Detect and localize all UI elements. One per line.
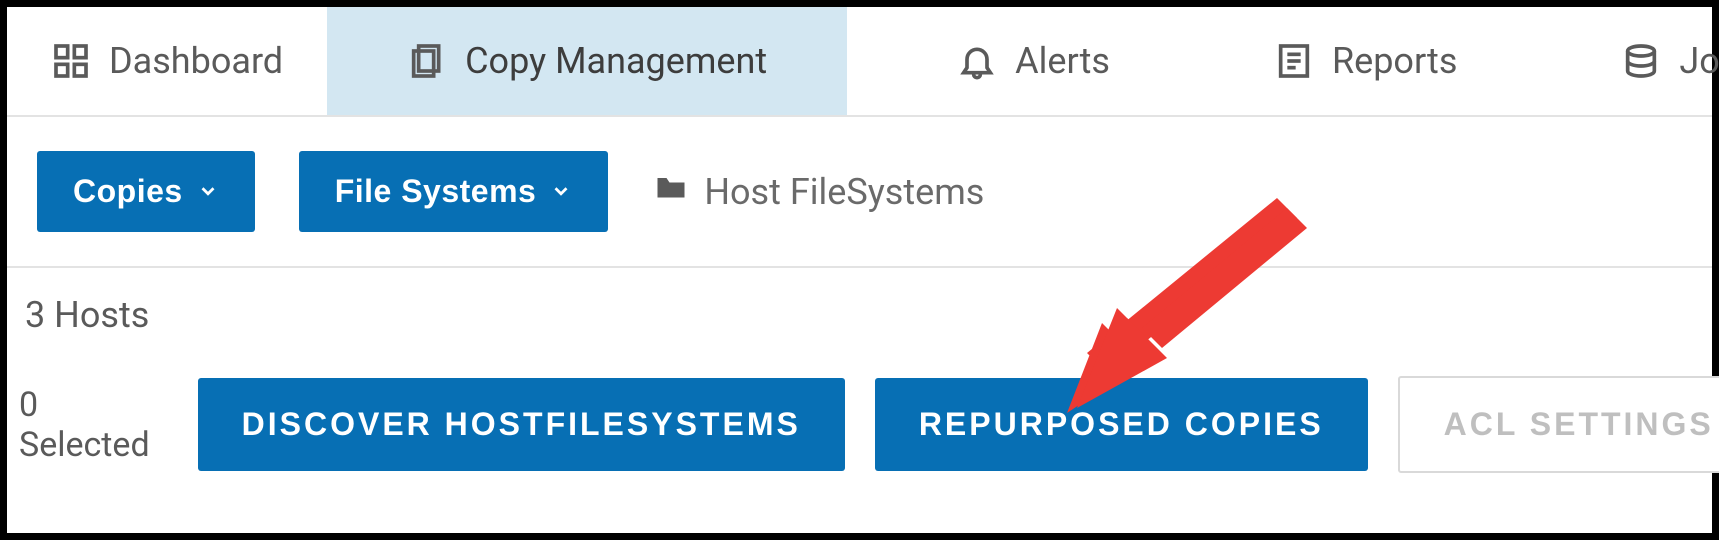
dropdown-label: Copies [73, 173, 183, 210]
jobs-icon [1621, 41, 1661, 81]
tab-reports[interactable]: Reports [1154, 7, 1501, 115]
tab-alerts[interactable]: Alerts [847, 7, 1154, 115]
tab-label: Alerts [1015, 40, 1110, 82]
reports-icon [1274, 41, 1314, 81]
folder-icon [652, 169, 690, 214]
breadcrumb-label: Host FileSystems [704, 171, 984, 213]
dashboard-icon [51, 41, 91, 81]
content-area: 3 Hosts 0 Selected DISCOVER HOSTFILESYST… [7, 268, 1712, 483]
tab-dashboard[interactable]: Dashboard [7, 7, 327, 115]
tab-label: Jobs [1679, 40, 1719, 82]
tab-copy-management[interactable]: Copy Management [327, 7, 847, 115]
action-row: 0 Selected DISCOVER HOSTFILESYSTEMS REPU… [19, 376, 1682, 473]
tab-label: Copy Management [465, 40, 767, 82]
selected-count: 0 Selected [19, 385, 150, 465]
acl-settings-button: ACL SETTINGS [1398, 376, 1719, 473]
breadcrumb: Host FileSystems [652, 169, 984, 214]
chevron-down-icon [550, 173, 572, 210]
bell-icon [957, 41, 997, 81]
copies-dropdown[interactable]: Copies [37, 151, 255, 232]
main-tabs: Dashboard Copy Management Alerts Reports… [7, 7, 1712, 117]
tab-label: Dashboard [109, 40, 283, 82]
copy-icon [407, 41, 447, 81]
dropdown-label: File Systems [335, 173, 537, 210]
discover-hostfilesystems-button[interactable]: DISCOVER HOSTFILESYSTEMS [198, 378, 845, 471]
chevron-down-icon [197, 173, 219, 210]
filesystems-dropdown[interactable]: File Systems [299, 151, 609, 232]
sub-toolbar: Copies File Systems Host FileSystems [7, 117, 1712, 268]
host-count: 3 Hosts [25, 294, 1682, 336]
repurposed-copies-button[interactable]: REPURPOSED COPIES [875, 378, 1368, 471]
tab-jobs[interactable]: Jobs [1501, 7, 1719, 115]
tab-label: Reports [1332, 40, 1457, 82]
